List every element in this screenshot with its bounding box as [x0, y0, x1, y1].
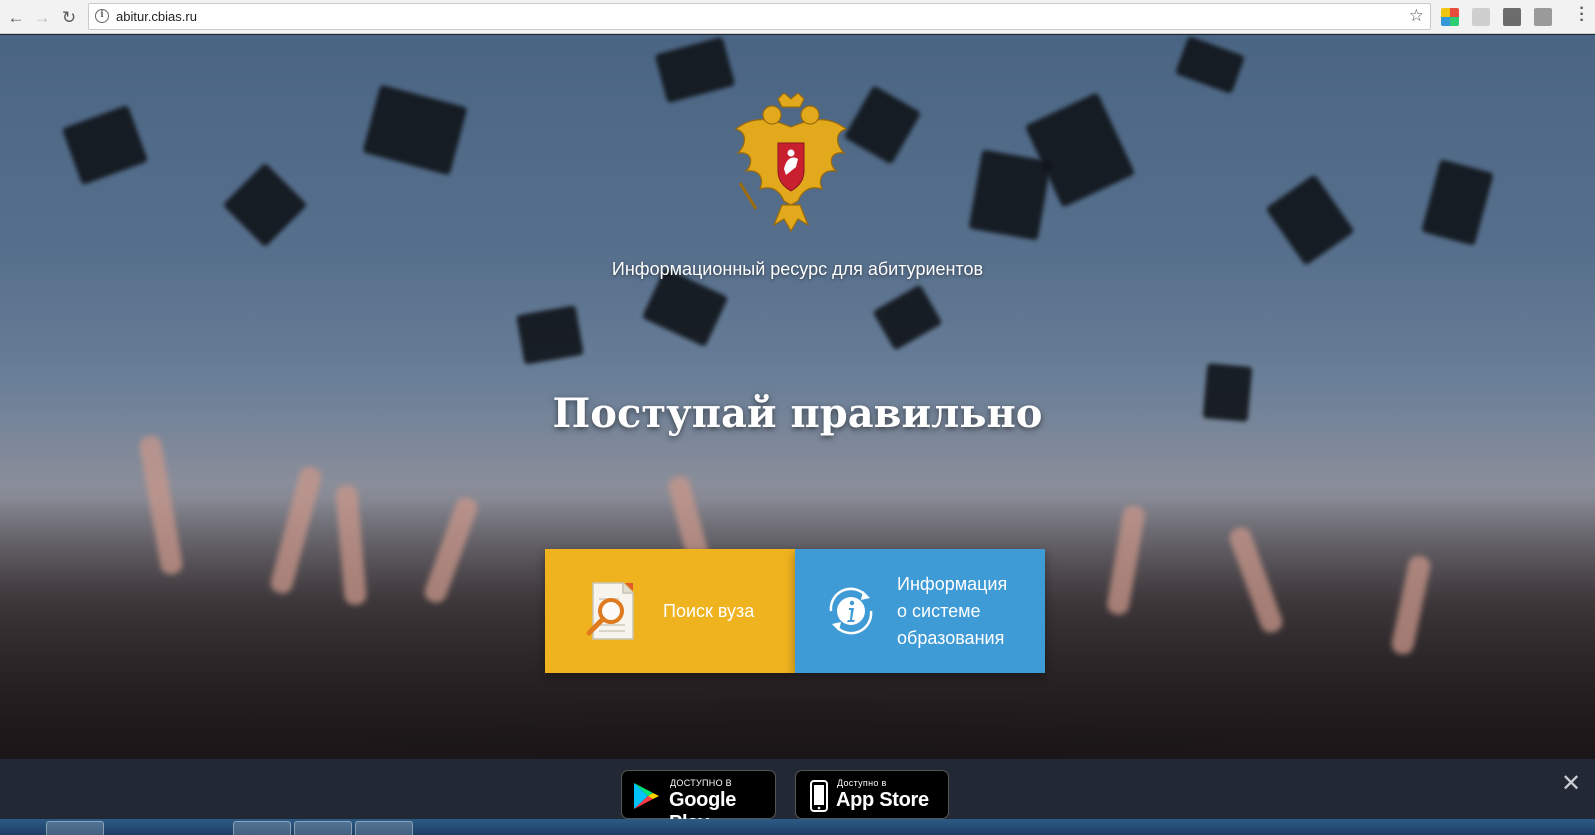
- background-cap: [61, 104, 149, 186]
- page-headline: Поступай правильно: [552, 390, 1043, 437]
- google-play-icon: [634, 783, 659, 809]
- arrow-right-icon: →: [33, 7, 51, 27]
- star-icon[interactable]: ☆: [1409, 6, 1424, 26]
- app-download-banner: ДОСТУПНО В Google Play Доступно в App St…: [0, 759, 1595, 834]
- background-cap: [872, 284, 943, 351]
- background-cap: [362, 84, 468, 176]
- background-cap: [1421, 159, 1494, 246]
- page-subtitle: Информационный ресурс для абитуриентов: [611, 259, 984, 279]
- background-cap: [516, 305, 584, 365]
- app-store-button[interactable]: Доступно в App Store: [795, 770, 949, 819]
- coat-of-arms-emblem: [734, 93, 848, 233]
- reload-icon: ↻: [61, 7, 77, 27]
- app-store-caption: Доступно в: [837, 778, 887, 788]
- back-button[interactable]: ←: [4, 5, 28, 29]
- info-cycle-icon: [829, 587, 873, 635]
- pdf-extension-icon[interactable]: [1472, 8, 1490, 26]
- hero-section: Информационный ресурс для абитуриентов П…: [0, 35, 1595, 759]
- extension-badge-icon[interactable]: [1534, 8, 1552, 26]
- education-system-info-button[interactable]: Информация о системе образования: [795, 549, 1045, 673]
- background-cap: [654, 36, 736, 104]
- camera-extension-icon[interactable]: [1503, 8, 1521, 26]
- site-info-icon[interactable]: i: [95, 9, 109, 23]
- background-cap: [1174, 35, 1246, 95]
- google-play-caption: ДОСТУПНО В: [670, 778, 732, 788]
- address-bar[interactable]: i abitur.cbias.ru ☆: [88, 3, 1431, 30]
- background-cap: [1265, 174, 1355, 266]
- background-cap: [968, 149, 1052, 241]
- kebab-menu-icon[interactable]: · · ·: [1574, 1, 1590, 29]
- forward-button[interactable]: →: [30, 5, 54, 29]
- url-text[interactable]: abitur.cbias.ru: [116, 9, 197, 24]
- taskbar-button[interactable]: [355, 821, 413, 835]
- browser-toolbar: ← → ↻ i abitur.cbias.ru ☆ · · ·: [0, 0, 1595, 34]
- label-line: Информация: [897, 573, 1008, 594]
- taskbar-button[interactable]: [46, 821, 104, 835]
- label-line: о системе: [897, 600, 981, 621]
- close-icon[interactable]: ✕: [1558, 771, 1584, 797]
- arrow-left-icon: ←: [7, 7, 25, 27]
- background-cap: [222, 162, 308, 248]
- app-store-label: App Store: [836, 789, 929, 811]
- search-university-label: Поиск вуза: [663, 600, 755, 621]
- smartphone-icon: [810, 780, 828, 812]
- extension-icon[interactable]: [1441, 8, 1459, 26]
- taskbar-button[interactable]: [233, 821, 291, 835]
- google-play-button[interactable]: ДОСТУПНО В Google Play: [621, 770, 776, 834]
- label-line: образования: [897, 627, 1005, 648]
- os-taskbar: [0, 819, 1595, 835]
- reload-button[interactable]: ↻: [57, 5, 81, 29]
- document-search-icon: [586, 582, 634, 640]
- education-system-info-label: Информация о системе образования: [897, 571, 1007, 652]
- search-university-button[interactable]: Поиск вуза: [545, 549, 795, 673]
- taskbar-button[interactable]: [294, 821, 352, 835]
